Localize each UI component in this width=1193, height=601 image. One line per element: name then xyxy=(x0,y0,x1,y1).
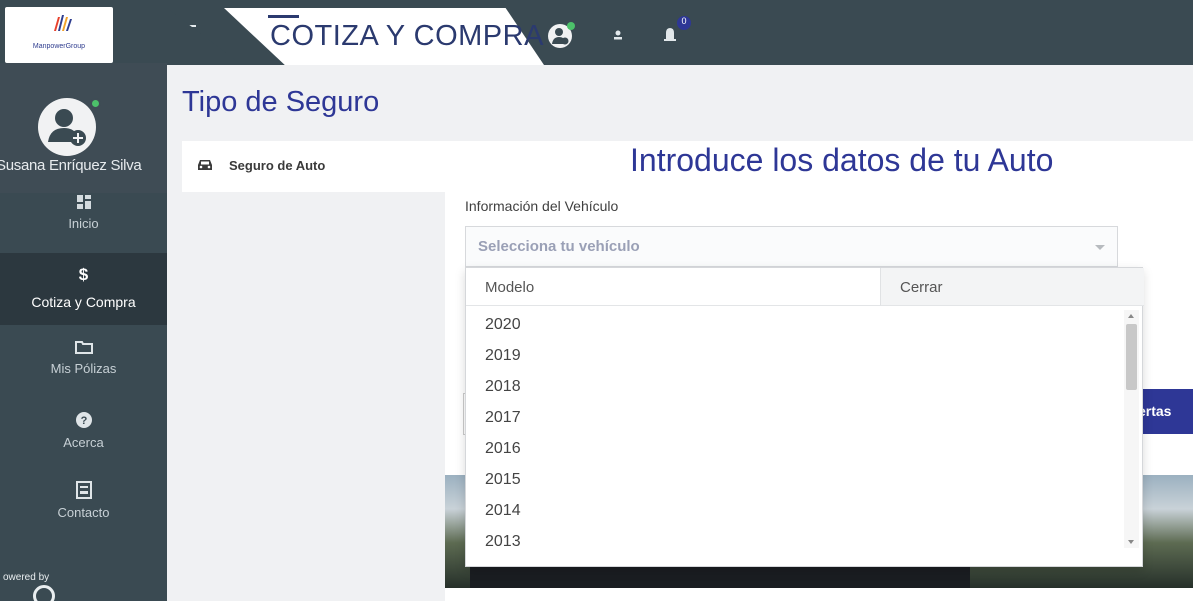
model-option[interactable]: 2016 xyxy=(485,440,521,458)
powered-by-logo xyxy=(33,585,55,601)
folder-icon xyxy=(74,341,93,354)
dropdown-scrollbar[interactable] xyxy=(1124,310,1139,548)
vehicle-select[interactable]: Selecciona tu vehículo xyxy=(465,226,1118,267)
online-status-dot xyxy=(90,98,101,109)
sidebar-item-inicio[interactable]: Inicio xyxy=(0,190,167,250)
model-header-label: Modelo xyxy=(485,279,535,296)
sidebar-item-label: Cotiza y Compra xyxy=(31,294,136,310)
svg-text:?: ? xyxy=(80,415,87,427)
user-profile-icon[interactable] xyxy=(546,20,576,50)
notification-count: 0 xyxy=(681,16,687,26)
insurance-type-card[interactable]: Seguro de Auto xyxy=(182,141,445,192)
sidebar-item-acerca[interactable]: ? Acerca xyxy=(0,409,167,469)
contact-card-icon xyxy=(75,481,92,499)
model-option[interactable]: 2013 xyxy=(485,533,521,548)
form-heading: Introduce los datos de tu Auto xyxy=(630,142,1054,178)
dashboard-icon xyxy=(76,195,91,209)
close-dropdown-button[interactable]: Cerrar xyxy=(880,268,1144,306)
model-header: Modelo xyxy=(466,268,880,306)
manpower-logo-icon xyxy=(54,15,72,31)
insurance-type-label: Seguro de Auto xyxy=(229,158,326,173)
scroll-up-icon[interactable] xyxy=(1128,314,1134,318)
sidebar-item-cotiza[interactable]: $ Cotiza y Compra xyxy=(0,253,167,325)
vehicle-info-label: Información del Vehículo xyxy=(465,198,619,214)
sidebar-item-label: Inicio xyxy=(68,216,99,231)
model-option-list: 2020 2019 2018 2017 2016 2015 2014 2013 xyxy=(466,306,1124,548)
help-icon: ? xyxy=(75,412,92,428)
dollar-icon: $ xyxy=(78,265,89,284)
logo-text: ManpowerGroup xyxy=(32,43,86,50)
title-underline xyxy=(268,15,299,18)
user-avatar[interactable] xyxy=(38,98,96,156)
sidebar-item-label: Contacto xyxy=(57,505,110,520)
model-option[interactable]: 2019 xyxy=(485,347,521,365)
chevron-down-icon xyxy=(1095,245,1105,250)
scrollbar-thumb[interactable] xyxy=(1126,324,1137,390)
company-logo[interactable]: ManpowerGroup xyxy=(5,7,113,63)
model-option[interactable]: 2015 xyxy=(485,471,521,489)
model-option[interactable]: 2018 xyxy=(485,378,521,396)
model-option[interactable]: 2017 xyxy=(485,409,521,427)
sidebar-item-label: Mis Pólizas xyxy=(50,361,117,376)
scroll-down-icon[interactable] xyxy=(1128,540,1134,544)
section-title: COTIZA Y COMPRA xyxy=(270,20,544,52)
notifications-bell-icon[interactable] xyxy=(660,14,694,44)
powered-by-text: owered by xyxy=(3,572,50,583)
view-offers-label: ertas xyxy=(1138,403,1172,419)
vehicle-select-placeholder: Selecciona tu vehículo xyxy=(478,238,640,255)
model-option[interactable]: 2020 xyxy=(485,316,521,334)
view-offers-button[interactable]: ertas xyxy=(1138,389,1193,434)
sidebar: ManpowerGroup Susana Enríquez Silva Inic… xyxy=(0,0,167,601)
car-icon xyxy=(198,160,212,170)
sidebar-item-contacto[interactable]: Contacto xyxy=(0,479,167,539)
person-icon[interactable] xyxy=(612,29,624,41)
page-title: Tipo de Seguro xyxy=(182,86,380,118)
sidebar-item-label: Acerca xyxy=(63,435,104,450)
sidebar-item-polizas[interactable]: Mis Pólizas xyxy=(0,337,167,397)
user-add-icon xyxy=(48,109,86,146)
model-dropdown: Modelo Cerrar 2020 2019 2018 2017 2016 2… xyxy=(465,267,1144,567)
model-option[interactable]: 2014 xyxy=(485,502,521,520)
close-dropdown-label: Cerrar xyxy=(900,279,943,296)
user-name: Susana Enríquez Silva xyxy=(0,157,142,174)
